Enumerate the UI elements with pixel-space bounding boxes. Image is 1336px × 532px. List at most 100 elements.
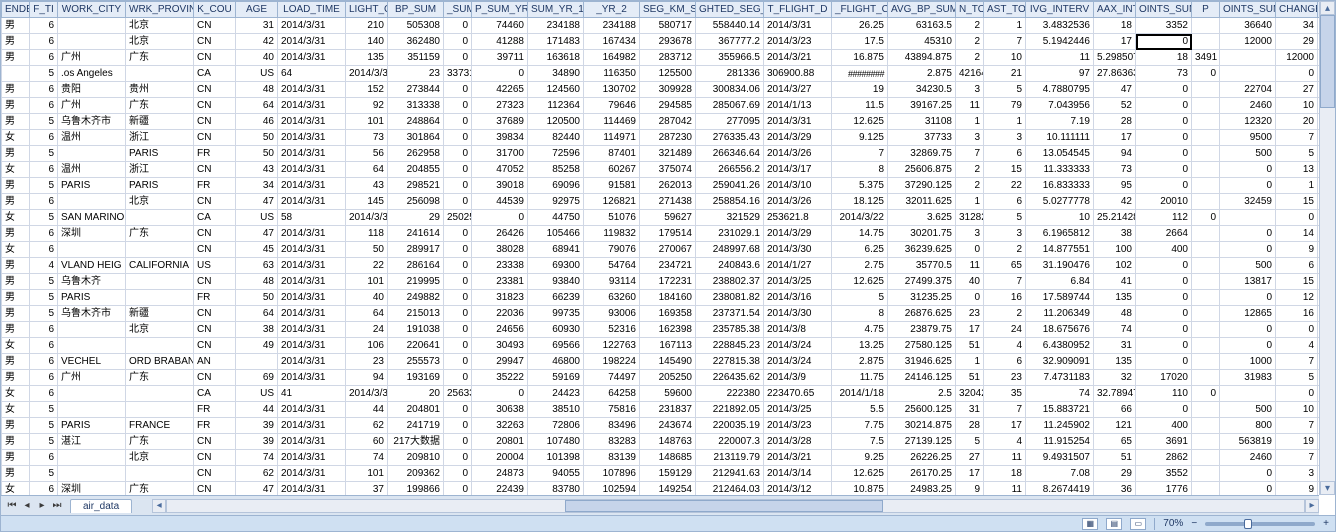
- cell[interactable]: 男: [2, 226, 30, 242]
- cell[interactable]: 男: [2, 98, 30, 114]
- cell[interactable]: 2014/3/31: [346, 210, 388, 226]
- cell[interactable]: 5: [1276, 370, 1318, 386]
- cell[interactable]: [1192, 194, 1220, 210]
- cell[interactable]: 231837: [640, 402, 696, 418]
- cell[interactable]: 6: [30, 98, 58, 114]
- cell[interactable]: 12000: [1220, 34, 1276, 50]
- cell[interactable]: 0: [1276, 386, 1318, 402]
- cell[interactable]: 北京: [126, 322, 194, 338]
- cell[interactable]: 17: [956, 466, 984, 482]
- cell[interactable]: 0: [1136, 130, 1192, 146]
- cell[interactable]: 2014/3/31: [278, 322, 346, 338]
- cell[interactable]: 2014/3/9: [764, 370, 832, 386]
- column-header[interactable]: ENDER: [2, 2, 30, 18]
- cell[interactable]: 44539: [472, 194, 528, 210]
- cell[interactable]: 23: [984, 370, 1026, 386]
- cell[interactable]: 43: [236, 162, 278, 178]
- cell[interactable]: [58, 402, 126, 418]
- cell[interactable]: 35770.5: [888, 258, 956, 274]
- cell[interactable]: 6: [984, 146, 1026, 162]
- cell[interactable]: 73: [346, 130, 388, 146]
- cell[interactable]: 2014/3/26: [764, 146, 832, 162]
- cell[interactable]: 34: [1276, 18, 1318, 34]
- cell[interactable]: 0: [444, 258, 472, 274]
- vertical-scrollbar[interactable]: ▴ ▾: [1319, 1, 1335, 495]
- cell[interactable]: 男: [2, 370, 30, 386]
- cell[interactable]: 5: [30, 66, 58, 82]
- cell[interactable]: 2014/3/31: [346, 386, 388, 402]
- cell[interactable]: 29: [1276, 34, 1318, 50]
- cell[interactable]: 5: [956, 434, 984, 450]
- cell[interactable]: 234188: [584, 18, 640, 34]
- cell[interactable]: 50: [236, 130, 278, 146]
- cell[interactable]: 26426: [472, 226, 528, 242]
- cell[interactable]: 5.2985075: [1094, 50, 1136, 66]
- cell[interactable]: 215013: [388, 306, 444, 322]
- cell[interactable]: 83283: [584, 434, 640, 450]
- cell[interactable]: 9500: [1220, 130, 1276, 146]
- cell[interactable]: 15.883721: [1026, 402, 1094, 418]
- cell[interactable]: 92975: [528, 194, 584, 210]
- cell[interactable]: 17.5: [832, 34, 888, 50]
- cell[interactable]: 6: [30, 482, 58, 496]
- cell[interactable]: 231029.1: [696, 226, 764, 242]
- cell[interactable]: 23879.75: [888, 322, 956, 338]
- cell[interactable]: 51: [956, 370, 984, 386]
- cell[interactable]: PARIS: [58, 418, 126, 434]
- cell[interactable]: 0: [1220, 482, 1276, 496]
- cell[interactable]: 101398: [528, 450, 584, 466]
- cell[interactable]: 97: [1026, 66, 1094, 82]
- cell[interactable]: 3: [984, 130, 1026, 146]
- cell[interactable]: 2: [984, 306, 1026, 322]
- cell[interactable]: 50: [236, 146, 278, 162]
- cell[interactable]: 42: [1094, 194, 1136, 210]
- cell[interactable]: [1192, 130, 1220, 146]
- cell[interactable]: 乌鲁木齐市: [58, 306, 126, 322]
- cell[interactable]: [1192, 226, 1220, 242]
- cell[interactable]: 48: [1094, 306, 1136, 322]
- cell[interactable]: 0: [1136, 274, 1192, 290]
- cell[interactable]: 220007.3: [696, 434, 764, 450]
- cell[interactable]: [1192, 434, 1220, 450]
- table-row[interactable]: 男6广州广东CN402014/3/31135351159039711163618…: [2, 50, 1320, 66]
- scroll-up-button[interactable]: ▴: [1320, 1, 1335, 15]
- cell[interactable]: 1: [1276, 178, 1318, 194]
- vscroll-track[interactable]: [1320, 15, 1335, 481]
- cell[interactable]: 22: [346, 258, 388, 274]
- cell[interactable]: 29: [1094, 466, 1136, 482]
- cell[interactable]: 5: [1276, 146, 1318, 162]
- cell[interactable]: [1192, 146, 1220, 162]
- table-row[interactable]: 男6VECHELORD BRABANAN2014/3/3123255573029…: [2, 354, 1320, 370]
- cell[interactable]: 30214.875: [888, 418, 956, 434]
- cell[interactable]: 2014/3/31: [278, 434, 346, 450]
- cell[interactable]: 35: [984, 386, 1026, 402]
- cell[interactable]: [58, 450, 126, 466]
- cell[interactable]: 204855: [388, 162, 444, 178]
- cell[interactable]: PARIS: [126, 146, 194, 162]
- cell[interactable]: 31983: [1220, 370, 1276, 386]
- cell[interactable]: 2862: [1136, 450, 1192, 466]
- cell[interactable]: [1192, 290, 1220, 306]
- cell[interactable]: 287042: [640, 114, 696, 130]
- cell[interactable]: 0: [1136, 146, 1192, 162]
- cell[interactable]: 17.589744: [1026, 290, 1094, 306]
- cell[interactable]: 6: [30, 194, 58, 210]
- cell[interactable]: 273844: [388, 82, 444, 98]
- cell[interactable]: CN: [194, 50, 236, 66]
- cell[interactable]: 23338: [472, 258, 528, 274]
- cell[interactable]: CN: [194, 274, 236, 290]
- cell[interactable]: 温州: [58, 162, 126, 178]
- cell[interactable]: 102: [1094, 258, 1136, 274]
- cell[interactable]: 94055: [528, 466, 584, 482]
- cell[interactable]: FRANCE: [126, 418, 194, 434]
- cell[interactable]: [1192, 178, 1220, 194]
- cell[interactable]: 2014/3/22: [832, 210, 888, 226]
- cell[interactable]: 9.25: [832, 450, 888, 466]
- cell[interactable]: 2014/3/31: [278, 18, 346, 34]
- cell[interactable]: 52316: [584, 322, 640, 338]
- cell[interactable]: 234721: [640, 258, 696, 274]
- cell[interactable]: 2: [956, 162, 984, 178]
- table-row[interactable]: 男4VLAND HEIGCALIFORNIAUS632014/3/3122286…: [2, 258, 1320, 274]
- cell[interactable]: CA: [194, 210, 236, 226]
- cell[interactable]: 30493: [472, 338, 528, 354]
